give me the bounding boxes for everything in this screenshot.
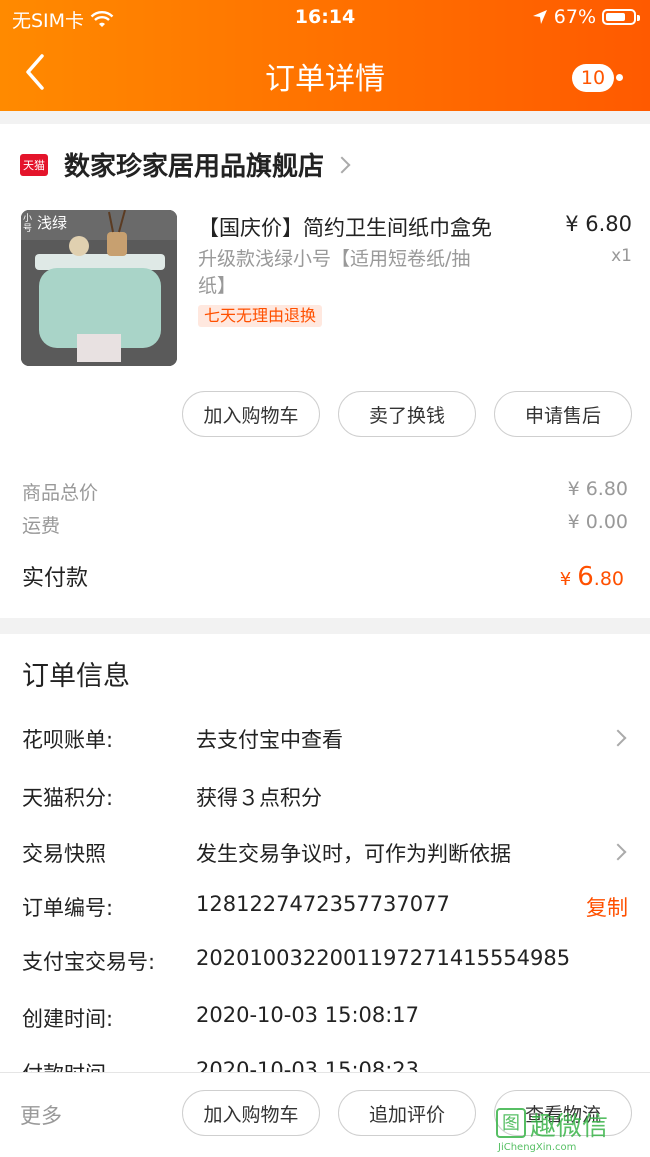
- huabei-bill-row[interactable]: 花呗账单: 去支付宝中查看: [22, 724, 628, 754]
- paid-label: 实付款: [22, 566, 89, 591]
- order-info-title: 订单信息: [22, 661, 130, 692]
- order-product-card: 天猫 数家珍家居用品旗舰店 浅绿 小号 【国庆价】简约卫生间纸巾盒免 ¥ 6.8…: [0, 124, 650, 618]
- paid-amount: ¥6.80: [560, 562, 624, 592]
- add-review-button[interactable]: 追加评价: [338, 1090, 476, 1136]
- paid-int: 6: [577, 562, 594, 592]
- info-value: 2020100322001197271415554985: [196, 946, 571, 970]
- add-to-cart-button[interactable]: 加入购物车: [182, 391, 320, 437]
- watermark-text: 趣微信: [530, 1112, 609, 1142]
- product-price: ¥ 6.80: [565, 212, 632, 236]
- info-key: 天猫积分:: [22, 786, 114, 810]
- shop-name: 数家珍家居用品旗舰店: [64, 152, 325, 182]
- page-title: 订单详情: [265, 62, 385, 97]
- product-title[interactable]: 【国庆价】简约卫生间纸巾盒免: [198, 212, 538, 242]
- points-row: 天猫积分: 获得３点积分: [22, 782, 628, 812]
- paid-dec: .80: [593, 568, 624, 590]
- create-time-row: 创建时间: 2020-10-03 15:08:17: [22, 1003, 628, 1033]
- header-bar: 无SIM卡 16:14 67% 订单详情 10: [0, 0, 650, 111]
- location-arrow-icon: [532, 10, 547, 24]
- goods-total-value: ¥ 6.80: [567, 478, 628, 500]
- product-quantity: x1: [611, 246, 632, 266]
- goods-total-label: 商品总价: [22, 482, 99, 504]
- tmall-logo: 天猫: [20, 153, 48, 176]
- chevron-right-icon: [333, 156, 351, 173]
- info-value: 发生交易争议时，可作为判断依据: [196, 842, 511, 866]
- shop-link[interactable]: 天猫 数家珍家居用品旗舰店: [20, 146, 351, 183]
- chevron-right-icon: [609, 729, 627, 747]
- info-key: 支付宝交易号:: [22, 950, 156, 974]
- info-value: 1281227472357737077: [196, 892, 450, 916]
- info-key: 订单编号:: [22, 896, 114, 920]
- product-spec: 升级款浅绿小号【适用短卷纸/抽纸】: [198, 248, 471, 297]
- message-badge: 10: [572, 64, 614, 92]
- goods-total-row: 商品总价 ¥ 6.80: [22, 478, 628, 505]
- watermark-logo: 图: [496, 1108, 526, 1138]
- shipping-row: 运费 ¥ 0.00: [22, 511, 628, 538]
- battery-percent: 67%: [553, 6, 596, 28]
- info-value: 获得３点积分: [196, 786, 322, 810]
- more-menu-button[interactable]: 10: [572, 64, 628, 92]
- alipay-trade-row: 支付宝交易号: 2020100322001197271415554985: [22, 946, 628, 976]
- snapshot-row[interactable]: 交易快照 发生交易争议时，可作为判断依据: [22, 838, 628, 868]
- after-sale-button[interactable]: 申请售后: [494, 391, 632, 437]
- return-policy-tag: 七天无理由退换: [198, 305, 323, 327]
- tissue-box-icon: [21, 210, 177, 366]
- info-value: 2020-10-03 15:08:17: [196, 1003, 420, 1027]
- battery-icon: [602, 9, 640, 25]
- image-label: 浅绿: [37, 214, 68, 232]
- copy-button[interactable]: 复制: [586, 892, 628, 922]
- status-bar: 无SIM卡 16:14 67%: [0, 0, 650, 36]
- product-image[interactable]: 浅绿 小号: [21, 210, 177, 366]
- info-value: 去支付宝中查看: [196, 728, 343, 752]
- watermark: 图 趣微信 JiChengXin.com: [496, 1106, 646, 1154]
- order-info-card: 订单信息 花呗账单: 去支付宝中查看 天猫积分: 获得３点积分 交易快照 发生交…: [0, 634, 650, 1086]
- more-dots-icon: [616, 74, 623, 81]
- info-key: 花呗账单:: [22, 728, 114, 752]
- image-side-label: 小号: [23, 214, 33, 234]
- bottom-add-to-cart-button[interactable]: 加入购物车: [182, 1090, 320, 1136]
- shipping-value: ¥ 0.00: [567, 511, 628, 533]
- shipping-label: 运费: [22, 515, 61, 537]
- resell-button[interactable]: 卖了换钱: [338, 391, 476, 437]
- paid-row: 实付款 ¥6.80: [22, 560, 624, 592]
- paid-currency: ¥: [559, 569, 572, 590]
- info-key: 创建时间:: [22, 1007, 114, 1031]
- status-right: 67%: [532, 6, 640, 28]
- watermark-subtext: JiChengXin.com: [498, 1142, 577, 1153]
- nav-bar: 订单详情 10: [0, 40, 650, 106]
- chevron-right-icon: [609, 843, 627, 861]
- more-actions-button[interactable]: 更多: [20, 1100, 62, 1130]
- order-number-row: 订单编号: 1281227472357737077 复制: [22, 892, 628, 922]
- info-key: 交易快照: [22, 842, 106, 866]
